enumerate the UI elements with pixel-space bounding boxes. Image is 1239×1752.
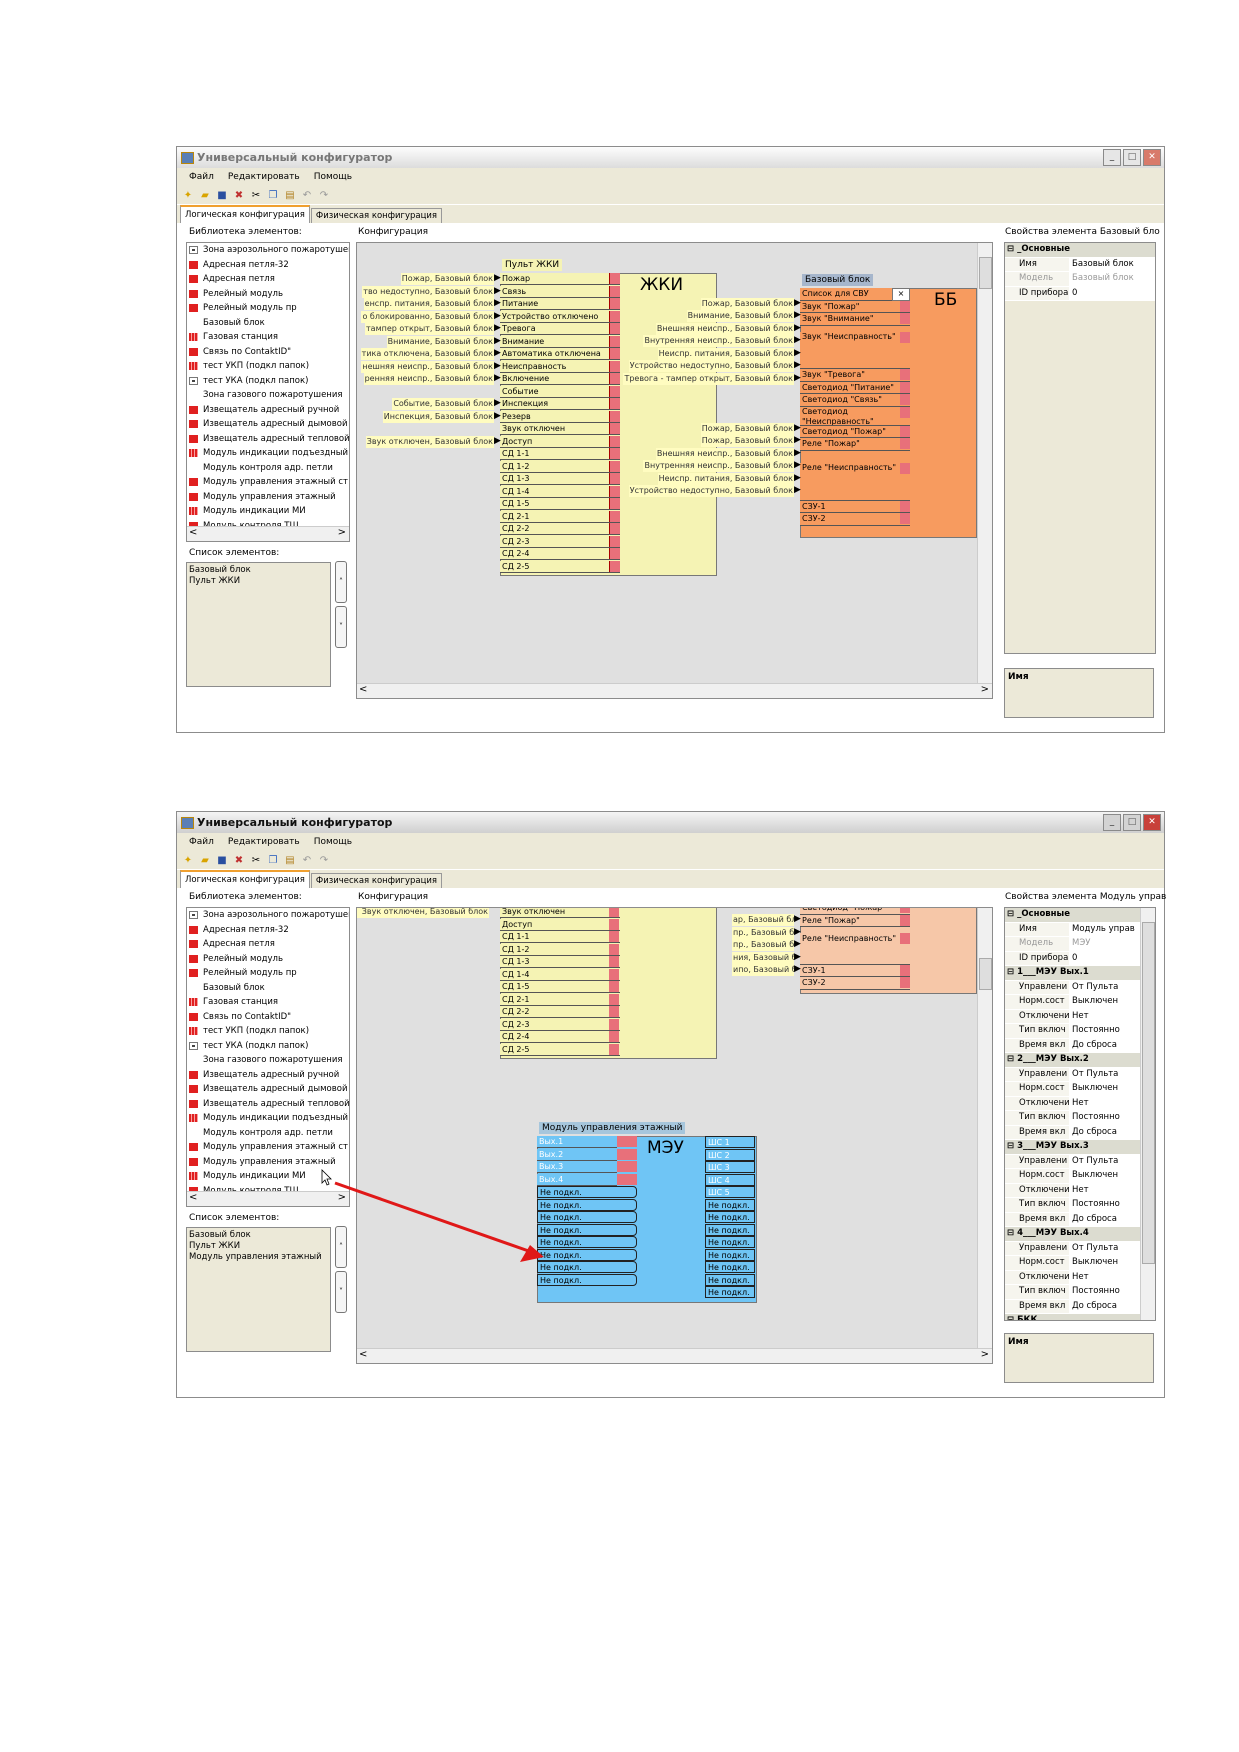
mouse-cursor-icon xyxy=(321,1169,332,1186)
drag-arrow-line xyxy=(334,1181,541,1257)
drag-arrow-head xyxy=(520,1245,544,1262)
drag-arrow xyxy=(321,1169,544,1262)
